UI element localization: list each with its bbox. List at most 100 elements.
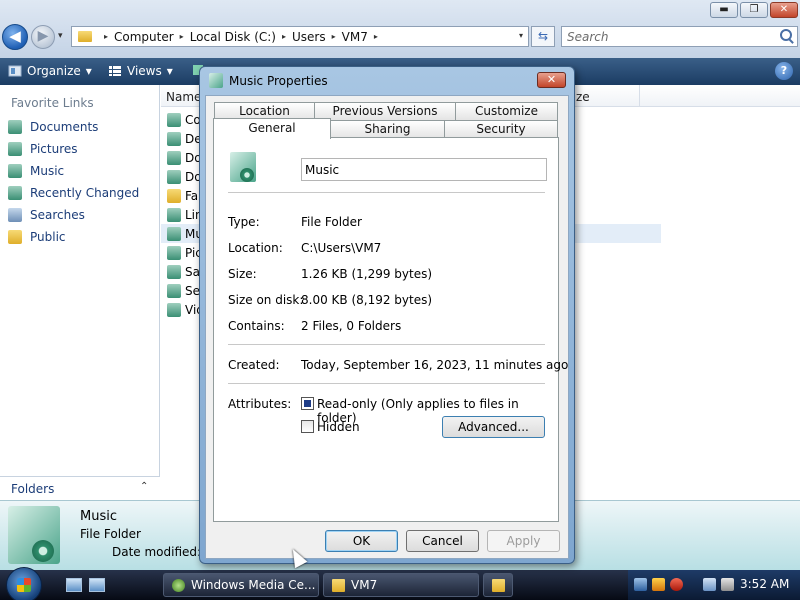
favorite-link-label: Documents: [30, 120, 99, 134]
clock[interactable]: 3:52 AM: [740, 577, 789, 591]
favorite-link-documents[interactable]: Documents: [8, 120, 98, 134]
created-value: Today, September 16, 2023, 11 minutes ag…: [301, 358, 569, 372]
favorite-link-recently-changed[interactable]: Recently Changed: [8, 186, 139, 200]
details-modified-label: Date modified:: [112, 545, 202, 559]
column-divider[interactable]: [639, 85, 640, 107]
minimize-button[interactable]: ▬: [710, 2, 738, 18]
user-icon[interactable]: [634, 578, 647, 591]
folder-icon: [167, 131, 181, 146]
searches-icon: [8, 208, 22, 222]
close-button[interactable]: ✕: [770, 2, 798, 18]
favorite-link-music[interactable]: Music: [8, 164, 64, 178]
start-button[interactable]: [6, 567, 42, 600]
breadcrumb-separator[interactable]: ▸: [180, 32, 184, 41]
tab-sharing[interactable]: Sharing: [330, 120, 445, 138]
search-input[interactable]: Search: [561, 26, 798, 47]
favorite-links-heading: Favorite Links: [11, 96, 94, 110]
hidden-label[interactable]: Hidden: [317, 420, 360, 434]
maximize-button[interactable]: ❐: [740, 2, 768, 18]
network-icon[interactable]: [703, 578, 716, 591]
ok-button[interactable]: OK: [325, 530, 398, 552]
chevron-down-icon: ▾: [166, 64, 173, 78]
contains-label: Contains:: [228, 319, 285, 333]
switch-windows-icon[interactable]: [89, 578, 105, 592]
breadcrumb-separator[interactable]: ▸: [374, 32, 378, 41]
column-header-size[interactable]: ze: [576, 90, 590, 104]
music-folder-icon: [230, 152, 256, 182]
system-tray: 3:52 AM: [628, 570, 800, 600]
favorite-link-label: Pictures: [30, 142, 78, 156]
folders-toggle[interactable]: Folders ⌃: [0, 476, 160, 500]
music-folder-icon: [167, 226, 181, 241]
views-icon: [109, 66, 121, 76]
taskbar-vm7[interactable]: VM7: [323, 573, 479, 597]
taskbar-folder[interactable]: [483, 573, 513, 597]
organize-icon: [8, 65, 22, 77]
folder-icon: [167, 112, 181, 127]
advanced-button[interactable]: Advanced...: [442, 416, 545, 438]
music-icon: [8, 164, 22, 178]
forward-button[interactable]: ▶: [31, 25, 55, 49]
tab-general[interactable]: General: [213, 118, 331, 139]
hidden-checkbox[interactable]: [301, 420, 314, 433]
breadcrumb-separator[interactable]: ▸: [332, 32, 336, 41]
folder-icon: [167, 264, 181, 279]
tab-customize[interactable]: Customize: [455, 102, 558, 120]
favorite-link-label: Music: [30, 164, 65, 178]
breadcrumb-local-disk[interactable]: Local Disk (C:): [190, 30, 276, 44]
details-name: Music: [80, 509, 117, 524]
security-alert-icon[interactable]: [670, 578, 683, 591]
favorite-link-searches[interactable]: Searches: [8, 208, 85, 222]
location-value: C:\Users\VM7: [301, 241, 382, 255]
folder-icon: [78, 31, 92, 42]
folder-icon: [167, 188, 181, 203]
recent-pages-dropdown[interactable]: ▾: [58, 31, 63, 41]
dialog-close-button[interactable]: ✕: [537, 72, 566, 88]
breadcrumb-vm7[interactable]: VM7: [342, 30, 368, 44]
recently-changed-icon: [8, 186, 22, 200]
volume-muted-icon[interactable]: [721, 578, 734, 591]
folders-label: Folders: [11, 482, 55, 496]
shield-icon[interactable]: [652, 578, 665, 591]
show-desktop-icon[interactable]: [66, 578, 82, 592]
file-name: Fa: [185, 188, 199, 203]
chevron-down-icon: ▾: [85, 64, 92, 78]
attributes-label: Attributes:: [228, 397, 292, 411]
refresh-button[interactable]: ⇆: [531, 26, 555, 47]
public-folder-icon: [8, 230, 22, 244]
cancel-button[interactable]: Cancel: [406, 530, 479, 552]
tab-security[interactable]: Security: [444, 120, 558, 138]
favorite-link-public[interactable]: Public: [8, 230, 66, 244]
readonly-checkbox[interactable]: [301, 397, 314, 410]
folder-icon: [332, 578, 345, 592]
file-name: Sa: [185, 264, 200, 279]
organize-label: Organize: [27, 64, 81, 78]
folder-icon: [492, 578, 505, 592]
views-button[interactable]: Views ▾: [108, 64, 173, 78]
folder-icon: [167, 245, 181, 260]
column-header-name[interactable]: Name: [166, 90, 201, 104]
type-value: File Folder: [301, 215, 362, 229]
divider: [228, 192, 545, 193]
details-date-modified: Date modified: 9: [112, 545, 213, 559]
taskbar-windows-media-center[interactable]: Windows Media Ce...: [163, 573, 319, 597]
back-button[interactable]: ◀: [2, 24, 28, 50]
search-icon[interactable]: [780, 29, 792, 41]
help-button[interactable]: ?: [775, 62, 793, 80]
address-bar[interactable]: ▸ Computer ▸ Local Disk (C:) ▸ Users ▸ V…: [71, 26, 529, 47]
address-dropdown[interactable]: ▾: [519, 31, 523, 40]
breadcrumb-users[interactable]: Users: [292, 30, 326, 44]
dialog-titlebar[interactable]: Music Properties ✕: [200, 67, 574, 95]
breadcrumb-computer[interactable]: Computer: [114, 30, 174, 44]
favorite-link-pictures[interactable]: Pictures: [8, 142, 78, 156]
taskbar-button-label: VM7: [351, 578, 378, 592]
apply-button[interactable]: Apply: [487, 530, 560, 552]
breadcrumb-separator[interactable]: ▸: [282, 32, 286, 41]
favorite-link-label: Recently Changed: [30, 186, 140, 200]
tab-previous-versions[interactable]: Previous Versions: [314, 102, 456, 120]
dialog-body: Location Previous Versions Customize Gen…: [205, 95, 569, 559]
chevron-up-icon: ⌃: [140, 481, 149, 492]
breadcrumb-separator[interactable]: ▸: [104, 32, 108, 41]
organize-button[interactable]: Organize ▾: [8, 64, 92, 78]
folder-name-field[interactable]: [301, 158, 547, 181]
